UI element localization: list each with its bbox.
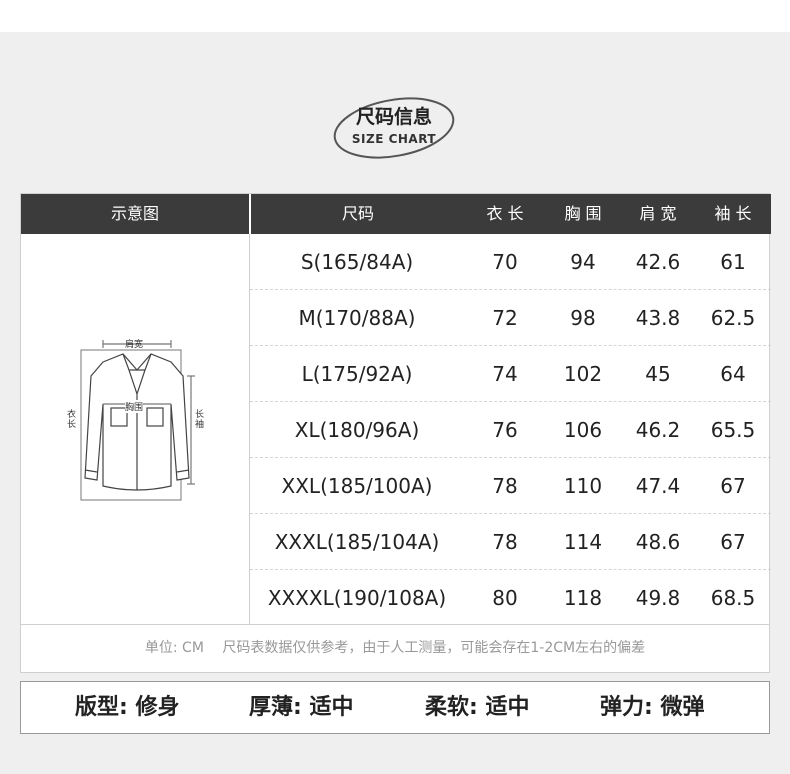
- cell-sleeve: 62.5: [710, 306, 756, 330]
- cell-shoulder: 43.8: [635, 306, 681, 330]
- cell-size: XXXL(185/104A): [274, 530, 440, 554]
- size-rows: S(165/84A) 70 94 42.6 61 M(170/88A) 72 98 43.8 62…: [250, 234, 771, 626]
- cell-size: XXL(185/100A): [281, 474, 433, 498]
- diagram-sleeve-label: 长袖: [195, 410, 205, 430]
- cell-length: 80: [492, 586, 518, 610]
- shirt-diagram-cell: 肩宽 胸围 衣长 长袖: [21, 234, 250, 625]
- header-length: 衣 长: [486, 204, 524, 223]
- cell-shoulder: 46.2: [635, 418, 681, 442]
- cell-size: L(175/92A): [301, 362, 413, 386]
- feature-thickness: 厚薄: 适中: [249, 695, 354, 720]
- cell-length: 76: [492, 418, 518, 442]
- cell-length: 72: [492, 306, 518, 330]
- cell-chest: 114: [563, 530, 603, 554]
- diagram-shoulder-label: 肩宽: [125, 340, 144, 350]
- cell-sleeve: 67: [720, 474, 746, 498]
- cell-shoulder: 49.8: [635, 586, 681, 610]
- measurement-note: 单位: CM 尺码表数据仅供参考，由于人工测量，可能会存在1-2CM左右的偏差: [20, 625, 770, 673]
- cell-shoulder: 48.6: [635, 530, 681, 554]
- cell-shoulder: 42.6: [635, 250, 681, 274]
- cell-shoulder: 47.4: [635, 474, 681, 498]
- cell-length: 78: [492, 530, 518, 554]
- cell-chest: 118: [563, 586, 603, 610]
- table-row: S(165/84A) 70 94 42.6 61: [250, 234, 771, 290]
- cell-size: S(165/84A): [300, 250, 414, 274]
- table-row: XXXXL(190/108A) 80 118 49.8 68.5: [250, 570, 771, 626]
- cell-sleeve: 61: [720, 250, 746, 274]
- feature-elasticity: 弹力: 微弹: [600, 695, 705, 720]
- diagram-length-label: 衣长: [67, 410, 77, 430]
- cell-size: XL(180/96A): [294, 418, 420, 442]
- cell-shoulder: 45: [645, 362, 671, 386]
- size-table: 示意图 尺码 衣 长 胸 围 肩 宽 袖 长 肩宽 胸围 衣长 长袖 S(165…: [20, 193, 771, 626]
- diagram-chest-label: 胸围: [125, 400, 144, 413]
- header-size: 尺码: [341, 204, 374, 223]
- cell-chest: 94: [570, 250, 596, 274]
- cell-sleeve: 68.5: [710, 586, 756, 610]
- cell-size: M(170/88A): [298, 306, 416, 330]
- badge-subtitle: SIZE CHART: [351, 132, 437, 146]
- table-row: M(170/88A) 72 98 43.8 62.5: [250, 290, 771, 346]
- fabric-features: 版型: 修身 厚薄: 适中 柔软: 适中 弹力: 微弹: [20, 681, 770, 734]
- cell-chest: 98: [570, 306, 596, 330]
- header-sleeve: 袖 长: [714, 204, 752, 223]
- table-row: XXL(185/100A) 78 110 47.4 67: [250, 458, 771, 514]
- cell-sleeve: 67: [720, 530, 746, 554]
- table-row: L(175/92A) 74 102 45 64: [250, 346, 771, 402]
- shirt-diagram: [80, 340, 195, 501]
- header-shoulder: 肩 宽: [639, 204, 677, 223]
- badge-title: 尺码信息: [355, 106, 432, 128]
- table-row: XL(180/96A) 76 106 46.2 65.5: [250, 402, 771, 458]
- header-chest: 胸 围: [564, 204, 602, 223]
- cell-length: 70: [492, 250, 518, 274]
- cell-sleeve: 65.5: [710, 418, 756, 442]
- size-chart-badge: 尺码信息 SIZE CHART: [332, 90, 456, 162]
- table-row: XXXL(185/104A) 78 114 48.6 67: [250, 514, 771, 570]
- feature-softness: 柔软: 适中: [425, 695, 530, 720]
- cell-length: 78: [492, 474, 518, 498]
- cell-size: XXXXL(190/108A): [267, 586, 447, 610]
- cell-chest: 110: [563, 474, 603, 498]
- cell-sleeve: 64: [720, 362, 746, 386]
- feature-fit: 版型: 修身: [75, 695, 180, 720]
- table-header: 示意图 尺码 衣 长 胸 围 肩 宽 袖 长: [21, 194, 771, 234]
- cell-chest: 102: [563, 362, 603, 386]
- cell-chest: 106: [563, 418, 603, 442]
- header-diagram: 示意图: [110, 204, 159, 223]
- cell-length: 74: [492, 362, 518, 386]
